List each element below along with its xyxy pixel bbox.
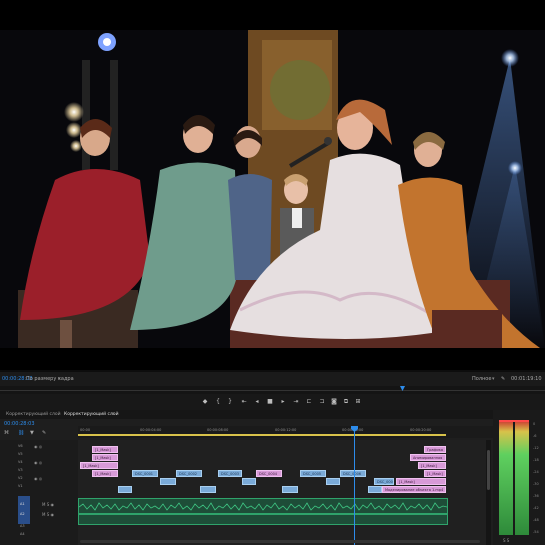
meter-scale-label: 0 — [533, 422, 536, 426]
video-clip[interactable]: DSC_0003 — [218, 470, 242, 477]
v1-clip[interactable] — [326, 478, 340, 485]
mask-clip[interactable]: [1_Mask] — [92, 446, 118, 453]
scrollbar-thumb[interactable] — [487, 450, 490, 490]
close-icon[interactable]: ≡ — [111, 412, 115, 417]
video-frame — [0, 30, 545, 348]
fit-dropdown[interactable]: По размеру кадра — [26, 372, 74, 386]
v1-clip[interactable] — [368, 486, 382, 493]
go-to-out-icon[interactable]: ⇥ — [292, 398, 300, 406]
solo-buttons[interactable]: S S — [503, 538, 509, 543]
meter-right — [515, 420, 529, 535]
mute-solo-icon[interactable]: M S ◉ — [42, 502, 54, 507]
monitor-controls-bar: 00:00:28:03 По размеру кадра ▾ Полное ▾ … — [0, 372, 545, 386]
meter-left — [499, 420, 513, 535]
compare-icon[interactable]: ⧉ — [342, 398, 350, 406]
nested-clip-label[interactable]: Моделирование объекта 1.mp4 — [382, 486, 446, 493]
monitor-scrubber[interactable] — [0, 386, 545, 394]
go-to-in-icon[interactable]: ⇤ — [240, 398, 248, 406]
horizontal-scrollbar[interactable] — [80, 540, 480, 543]
linked-selection-icon[interactable]: ⛓ — [18, 430, 24, 436]
v1-clip[interactable] — [282, 486, 298, 493]
audio-clip-a1[interactable] — [78, 498, 448, 514]
animated-clip[interactable]: Анимированная — [410, 454, 446, 461]
meter-scale-label: -24 — [533, 470, 539, 474]
peak-indicator — [499, 420, 529, 422]
mask-clip[interactable]: [1_Mask] — [80, 462, 118, 469]
ruler-label: 00:00:04:00 — [140, 428, 162, 432]
audio-waveform — [78, 502, 448, 511]
program-monitor[interactable] — [0, 0, 545, 370]
mask-clip[interactable]: [1_Mask] — [92, 454, 118, 461]
camera-icon[interactable]: ◙ — [330, 398, 338, 406]
mask-clip[interactable]: [1_Mask] — [418, 462, 446, 469]
video-clip[interactable]: DSC_0006 — [340, 470, 366, 477]
marker-icon[interactable]: ◆ — [201, 398, 209, 406]
timeline-timecode[interactable]: 00:00:28:03 — [4, 421, 35, 427]
mask-clip[interactable]: [1_Mask] — [92, 470, 118, 477]
concert-scene-image — [0, 30, 545, 348]
meter-scale-label: -42 — [533, 506, 539, 510]
wrench-icon[interactable]: ✎ — [42, 430, 46, 436]
quality-dropdown[interactable]: Полное — [472, 372, 491, 386]
snap-icon[interactable]: ⌘ — [4, 430, 9, 436]
stop-icon[interactable]: ■ — [266, 398, 274, 406]
timeline-playhead[interactable] — [354, 426, 355, 545]
overwrite-icon[interactable]: ⊐ — [318, 398, 326, 406]
video-clip[interactable]: DSC_0002 — [176, 470, 202, 477]
meter-scale-label: -54 — [533, 530, 539, 534]
ruler-label: 00:00:08:00 — [207, 428, 229, 432]
duration-timecode: 00:01:19:10 — [511, 376, 542, 382]
marker-add-icon[interactable]: ▼ — [30, 430, 34, 436]
tab-adjustment-layer-1[interactable]: Корректирующий слой — [6, 412, 61, 417]
meter-scale-label: -30 — [533, 482, 539, 486]
step-back-icon[interactable]: ◂ — [253, 398, 261, 406]
settings-icon[interactable]: ⊞ — [354, 398, 362, 406]
meter-scale-label: -6 — [533, 434, 537, 438]
meter-scale-label: -12 — [533, 446, 539, 450]
graphic-clip[interactable]: Графика — [424, 446, 446, 453]
audio-clip-a2[interactable] — [78, 514, 448, 525]
chevron-down-icon[interactable]: ▾ — [492, 372, 495, 386]
audio-meters-panel: 0 -6 -12 -18 -24 -30 -36 -42 -48 -54 S S — [493, 410, 545, 545]
scrub-track — [0, 390, 545, 391]
mute-solo-icon[interactable]: M S ◉ — [42, 512, 54, 517]
v1-clip[interactable] — [200, 486, 216, 493]
v1-clip[interactable] — [118, 486, 132, 493]
transport-controls: ◆ { } ⇤ ◂ ■ ▸ ⇥ ⊏ ⊐ ◙ ⧉ ⊞ — [0, 394, 545, 410]
timeline-panel[interactable]: Корректирующий слой Корректирующий слой … — [0, 410, 493, 545]
v1-clip[interactable] — [160, 478, 176, 485]
out-point-icon[interactable]: } — [226, 398, 234, 406]
mask-clip[interactable]: [1_Mask] — [396, 478, 446, 485]
eye-icon[interactable]: ◉ ◎ — [34, 460, 42, 465]
meter-scale-label: -48 — [533, 518, 539, 522]
video-clip[interactable]: DSC_0007 — [374, 478, 394, 485]
work-area-bar[interactable] — [78, 434, 446, 436]
meter-scale-label: -18 — [533, 458, 539, 462]
step-forward-icon[interactable]: ▸ — [279, 398, 287, 406]
mask-clip[interactable]: [1_Mask] — [424, 470, 446, 477]
ruler-label: 00:00 — [80, 428, 91, 432]
video-clip[interactable]: DSC_0001 — [132, 470, 158, 477]
eye-icon[interactable]: ◉ ◎ — [34, 444, 42, 449]
video-clip[interactable]: DSC_0005 — [300, 470, 326, 477]
video-clip[interactable]: DSC_0004 — [256, 470, 282, 477]
eye-icon[interactable]: ◉ ◎ — [34, 476, 42, 481]
meter-scale-label: -36 — [533, 494, 539, 498]
wrench-icon[interactable]: ✎ — [501, 372, 505, 386]
insert-icon[interactable]: ⊏ — [305, 398, 313, 406]
in-point-icon[interactable]: { — [214, 398, 222, 406]
v1-clip[interactable] — [242, 478, 256, 485]
chevron-down-icon[interactable]: ▾ — [58, 372, 61, 386]
ruler-label: 00:00:20:00 — [410, 428, 432, 432]
ruler-label: 00:00:12:00 — [275, 428, 297, 432]
